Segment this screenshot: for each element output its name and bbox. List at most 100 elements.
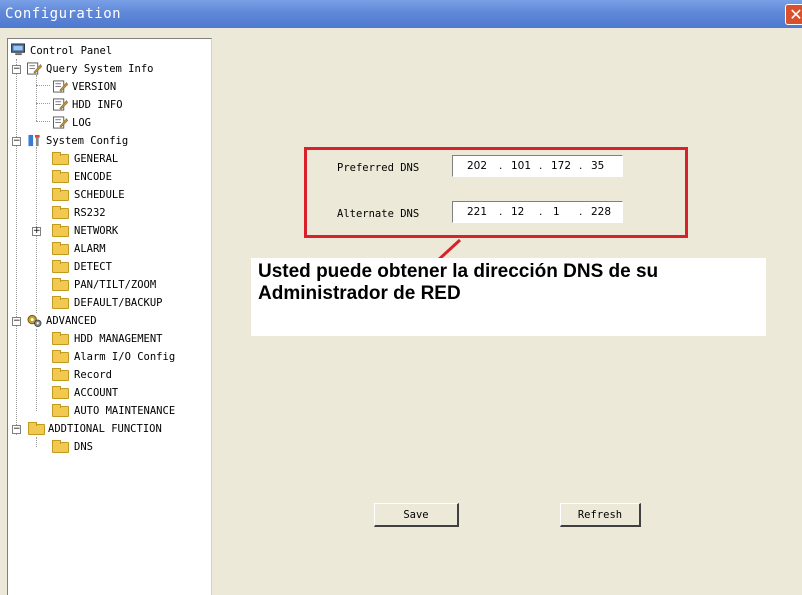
collapse-icon[interactable]: − (12, 65, 21, 74)
tree-item-default-backup[interactable]: DEFAULT/BACKUP (52, 294, 202, 312)
tree-label-hdd-info: HDD INFO (72, 99, 123, 111)
tree-item-version[interactable]: VERSION (52, 78, 202, 96)
tree-item-system-config[interactable]: − System Config (10, 132, 200, 150)
tree-label-hdd-management: HDD MANAGEMENT (74, 333, 163, 345)
tree-item-query-system-info[interactable]: − Query System Info (10, 60, 200, 78)
close-button[interactable]: ✕ (785, 4, 802, 25)
preferred-dns-octet-4[interactable]: 35 (591, 160, 604, 172)
octet-separator: . (539, 206, 543, 218)
tree-label-advanced: ADVANCED (46, 315, 97, 327)
octet-separator: . (499, 206, 503, 218)
tree-item-detect[interactable]: DETECT (52, 258, 202, 276)
folder-icon (52, 404, 69, 417)
octet-separator: . (499, 160, 503, 172)
alternate-dns-octet-4[interactable]: 228 (591, 206, 611, 218)
octet-separator: . (539, 160, 543, 172)
tree-item-general[interactable]: GENERAL (52, 150, 202, 168)
edit-document-icon (53, 116, 69, 129)
folder-icon (52, 152, 69, 165)
dns-highlight-box: Preferred DNS 202 . 101 . 172 . 35 Alter… (304, 147, 688, 238)
tree-label-detect: DETECT (74, 261, 112, 273)
tree-label-encode: ENCODE (74, 171, 112, 183)
refresh-button[interactable]: Refresh (560, 503, 641, 527)
tree-item-alarm-io[interactable]: Alarm I/O Config (52, 348, 202, 366)
alternate-dns-octet-2[interactable]: 12 (511, 206, 524, 218)
tree-item-additional-function[interactable]: − ADDTIONAL FUNCTION (10, 420, 200, 438)
folder-icon (52, 332, 69, 345)
edit-document-icon (53, 80, 69, 93)
collapse-icon[interactable]: − (12, 425, 21, 434)
tree-item-advanced[interactable]: − ADVANCED (10, 312, 200, 330)
folder-icon (52, 206, 69, 219)
alternate-dns-input[interactable]: 221 . 12 . 1 . 228 (452, 201, 623, 223)
tree-item-rs232[interactable]: RS232 (52, 204, 202, 222)
preferred-dns-input[interactable]: 202 . 101 . 172 . 35 (452, 155, 623, 177)
annotation-note: Usted puede obtener la dirección DNS de … (251, 258, 766, 336)
tree-label-general: GENERAL (74, 153, 119, 165)
tree-item-dns[interactable]: DNS (52, 438, 202, 456)
system-config-icon (28, 134, 40, 147)
tree-label-ptz: PAN/TILT/ZOOM (74, 279, 157, 291)
folder-icon (52, 278, 69, 291)
tree-item-record[interactable]: Record (52, 366, 202, 384)
folder-icon (52, 368, 69, 381)
folder-icon (52, 386, 69, 399)
tree-label-record: Record (74, 369, 112, 381)
folder-icon (52, 296, 69, 309)
title-bar[interactable]: Configuration ✕ (0, 0, 802, 28)
tree-label-default-backup: DEFAULT/BACKUP (74, 297, 163, 309)
tree-root-control-panel[interactable]: Control Panel (10, 42, 200, 60)
tree-item-log[interactable]: LOG (52, 114, 202, 132)
collapse-icon[interactable]: − (12, 317, 21, 326)
tree-label-dns: DNS (74, 441, 93, 453)
tree-item-hdd-management[interactable]: HDD MANAGEMENT (52, 330, 202, 348)
tree-label-version: VERSION (72, 81, 117, 93)
preferred-dns-octet-2[interactable]: 101 (511, 160, 531, 172)
edit-document-icon (53, 98, 69, 111)
save-button[interactable]: Save (374, 503, 459, 527)
folder-icon (52, 242, 69, 255)
refresh-button-label: Refresh (577, 509, 623, 521)
close-icon: ✕ (789, 5, 802, 24)
tree-item-schedule[interactable]: SCHEDULE (52, 186, 202, 204)
tree-item-hdd-info[interactable]: HDD INFO (52, 96, 202, 114)
tree-label-network: NETWORK (74, 225, 119, 237)
folder-icon (52, 224, 69, 237)
alternate-dns-octet-1[interactable]: 221 (467, 206, 487, 218)
alternate-dns-octet-3[interactable]: 1 (553, 206, 560, 218)
tree-label-account: ACCOUNT (74, 387, 119, 399)
tree-label-control-panel: Control Panel (30, 45, 113, 57)
gears-icon (27, 314, 42, 327)
tree-item-encode[interactable]: ENCODE (52, 168, 202, 186)
folder-icon (52, 350, 69, 363)
tree-item-network[interactable]: + NETWORK (32, 222, 202, 240)
tree-label-alarm: ALARM (74, 243, 106, 255)
save-button-label: Save (403, 509, 429, 521)
folder-icon (52, 188, 69, 201)
window-title: Configuration (5, 6, 122, 22)
folder-icon (52, 260, 69, 273)
annotation-text: Usted puede obtener la dirección DNS de … (258, 261, 659, 304)
preferred-dns-label: Preferred DNS (337, 162, 420, 174)
tree-item-ptz[interactable]: PAN/TILT/ZOOM (52, 276, 202, 294)
open-folder-icon (52, 440, 69, 453)
octet-separator: . (579, 160, 583, 172)
collapse-icon[interactable]: − (12, 137, 21, 146)
preferred-dns-octet-3[interactable]: 172 (551, 160, 571, 172)
alternate-dns-label: Alternate DNS (337, 208, 420, 220)
tree-label-alarm-io: Alarm I/O Config (74, 351, 176, 363)
octet-separator: . (579, 206, 583, 218)
expand-icon[interactable]: + (32, 227, 41, 236)
tree-label-log: LOG (72, 117, 91, 129)
tree-item-account[interactable]: ACCOUNT (52, 384, 202, 402)
config-tree[interactable]: Control Panel − Query System Info VERSIO… (7, 38, 212, 595)
tree-item-auto-maintenance[interactable]: AUTO MAINTENANCE (52, 402, 202, 420)
folder-icon (28, 422, 45, 435)
preferred-dns-octet-1[interactable]: 202 (467, 160, 487, 172)
edit-document-icon (27, 62, 43, 75)
tree-label-additional: ADDTIONAL FUNCTION (48, 423, 162, 435)
tree-label-auto-maintenance: AUTO MAINTENANCE (74, 405, 176, 417)
tree-label-schedule: SCHEDULE (74, 189, 125, 201)
tree-label-query: Query System Info (46, 63, 154, 75)
tree-item-alarm[interactable]: ALARM (52, 240, 202, 258)
